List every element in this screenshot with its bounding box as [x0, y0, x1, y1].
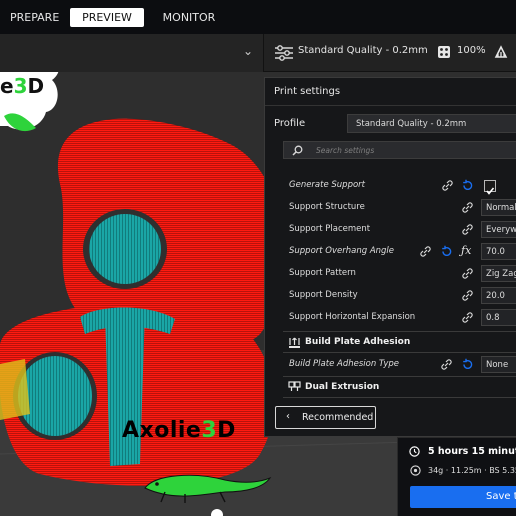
watermark-text-c: D [217, 418, 236, 443]
lower-hole-support [18, 356, 92, 436]
watermark-text-b: 3 [201, 418, 218, 443]
yellow-layer-marker [0, 359, 30, 420]
dual-extrusion-icon [288, 381, 301, 391]
infill-percentage[interactable]: 100% [457, 45, 486, 56]
panel-title: Print settings [274, 86, 341, 97]
setting-support-overhang-angle[interactable]: Support Overhang Angle ƒx 70.0 [283, 241, 516, 263]
link-icon[interactable] [441, 179, 454, 192]
link-icon[interactable] [461, 201, 474, 214]
logo-text-suffix: D [27, 74, 45, 98]
infill-icon [438, 46, 450, 58]
support-pattern-dropdown[interactable]: Zig Zag [481, 265, 516, 282]
search-icon [292, 145, 303, 156]
recommended-button-label: Recommended [302, 412, 374, 423]
setting-support-placement[interactable]: Support Placement Everywhere [283, 219, 516, 241]
sliders-icon[interactable] [274, 44, 294, 62]
profile-label: Profile [274, 118, 306, 129]
support-overhang-angle-input[interactable]: 70.0 [481, 243, 516, 260]
setting-label: Support Pattern [289, 268, 356, 278]
support-density-input[interactable]: 20.0 [481, 287, 516, 304]
panel-divider [265, 105, 516, 106]
save-to-disk-button[interactable]: Save to [410, 486, 516, 508]
material-estimate: 34g · 11.25m · BS 5.35 [428, 466, 516, 475]
setting-support-horizontal-expansion[interactable]: Support Horizontal Expansion 0.8 [283, 307, 516, 329]
logo-text: e3D [0, 74, 44, 98]
setting-label: Generate Support [289, 180, 366, 190]
support-horizontal-expansion-input[interactable]: 0.8 [481, 309, 516, 326]
setting-label: Support Placement [289, 224, 371, 234]
layer-slider-handle[interactable] [210, 508, 224, 516]
reset-icon[interactable] [461, 179, 474, 192]
generate-support-checkbox[interactable] [484, 180, 496, 195]
axolotl-mascot-logo [144, 474, 272, 503]
spool-icon [410, 465, 421, 476]
chevron-down-icon[interactable]: ⌄ [243, 44, 253, 58]
setting-support-pattern[interactable]: Support Pattern Zig Zag [283, 263, 516, 285]
axolie3d-watermark: Axolie3D [122, 418, 236, 443]
setting-support-density[interactable]: Support Density 20.0 [283, 285, 516, 307]
save-button-label: Save to [486, 491, 516, 502]
checkmark-icon [486, 187, 495, 195]
setting-support-structure[interactable]: Support Structure Normal [283, 197, 516, 219]
section-label: Build Plate Adhesion [305, 337, 411, 347]
logo-text-accent: 3 [13, 74, 28, 98]
build-plate-icon [289, 337, 300, 348]
profile-dropdown[interactable]: Standard Quality - 0.2mm [347, 114, 516, 133]
quality-profile-label[interactable]: Standard Quality - 0.2mm [298, 45, 428, 56]
setting-label: Support Overhang Angle [289, 246, 395, 256]
link-icon[interactable] [461, 289, 474, 302]
setting-label: Support Horizontal Expansion [289, 312, 416, 322]
formula-icon[interactable]: ƒx [461, 244, 474, 257]
chevron-left-icon: ‹ [286, 411, 290, 422]
tab-prepare[interactable]: PREPARE [10, 8, 59, 27]
adhesion-type-dropdown[interactable]: None [481, 356, 516, 373]
link-icon[interactable] [440, 358, 453, 371]
setting-build-plate-adhesion-type[interactable]: Build Plate Adhesion Type None [283, 354, 516, 376]
tab-preview[interactable]: PREVIEW [70, 7, 144, 27]
print-settings-panel: Print settings Profile Standard Quality … [264, 77, 516, 437]
reset-icon[interactable] [440, 245, 453, 258]
reset-icon[interactable] [461, 358, 474, 371]
setting-label: Build Plate Adhesion Type [289, 359, 400, 369]
support-structure-dropdown[interactable]: Normal [481, 199, 516, 216]
link-icon[interactable] [461, 311, 474, 324]
print-estimate-panel: 5 hours 15 minutes 34g · 11.25m · BS 5.3… [397, 437, 516, 516]
section-build-plate-adhesion[interactable]: Build Plate Adhesion [283, 331, 516, 353]
setting-generate-support[interactable]: Generate Support [283, 175, 516, 197]
top-navigation-bar: PREPARE PREVIEW MONITOR [0, 0, 516, 34]
setting-label: Support Density [289, 290, 358, 300]
support-placement-dropdown[interactable]: Everywhere [481, 221, 516, 238]
print-time-estimate: 5 hours 15 minutes [428, 446, 516, 457]
logo-text-prefix: e [0, 74, 14, 98]
clock-icon [409, 446, 420, 457]
section-dual-extrusion[interactable]: Dual Extrusion [283, 376, 516, 398]
link-icon[interactable] [461, 267, 474, 280]
tab-monitor[interactable]: MONITOR [158, 8, 220, 27]
upper-hole-support [89, 214, 161, 284]
cura-window: PREPARE PREVIEW MONITOR e3D ⌄ Standard Q… [0, 0, 516, 516]
settings-search-field[interactable]: Search settings [283, 141, 516, 159]
recommended-button[interactable]: ‹ Recommended [275, 406, 376, 429]
search-placeholder: Search settings [316, 146, 375, 155]
setting-label: Support Structure [289, 202, 365, 212]
support-icon [494, 45, 508, 58]
printer-selector[interactable]: ⌄ [0, 34, 264, 72]
print-setup-toolbar: ⌄ Standard Quality - 0.2mm 100% [0, 34, 516, 72]
link-icon[interactable] [419, 245, 432, 258]
watermark-text-a: Axolie [122, 418, 202, 443]
section-label: Dual Extrusion [305, 382, 380, 392]
link-icon[interactable] [461, 223, 474, 236]
